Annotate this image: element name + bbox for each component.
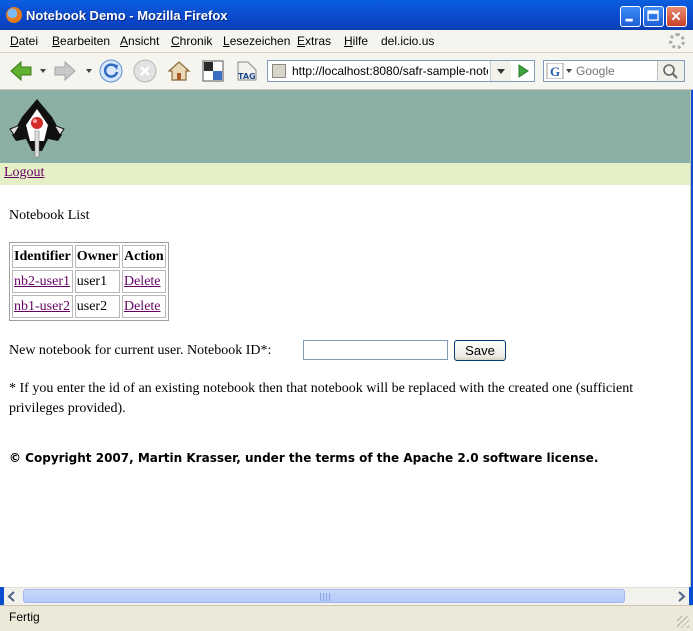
- status-text: Fertig: [9, 610, 40, 624]
- menu-lesezeichen[interactable]: Lesezeichen: [223, 34, 290, 48]
- owner-cell: user2: [74, 295, 120, 318]
- search-icon: [663, 64, 678, 79]
- svg-text:G: G: [550, 64, 560, 79]
- close-icon: [671, 11, 681, 21]
- minimize-button[interactable]: [620, 6, 641, 27]
- scroll-right-icon: [678, 591, 686, 602]
- throbber-icon: [669, 33, 685, 49]
- table-row: nb1-user2 user2 Delete: [12, 295, 166, 318]
- resize-grip[interactable]: [677, 616, 689, 628]
- new-notebook-label: New notebook for current user. Notebook …: [9, 343, 272, 358]
- page-content: Logout Notebook List Identifier Owner Ac…: [0, 90, 691, 587]
- save-button[interactable]: Save: [454, 340, 506, 361]
- copyright-notice: © Copyright 2007, Martin Krasser, under …: [9, 451, 599, 465]
- url-bar[interactable]: http://localhost:8080/safr-sample-notebo…: [267, 60, 535, 82]
- forward-dropdown-icon[interactable]: [86, 69, 92, 73]
- scroll-right-button[interactable]: [672, 588, 689, 605]
- menu-bar: Datei Bearbeiten Ansicht Chronik Lesezei…: [0, 30, 693, 53]
- stop-icon[interactable]: [132, 58, 158, 84]
- search-bar[interactable]: G: [543, 60, 685, 82]
- tag-icon[interactable]: TAG: [234, 58, 260, 84]
- menu-chronik[interactable]: Chronik: [171, 34, 212, 48]
- menu-extras[interactable]: Extras: [297, 34, 331, 48]
- scroll-left-icon: [7, 591, 15, 602]
- scroll-left-button[interactable]: [4, 588, 21, 605]
- window-title: Notebook Demo - Mozilla Firefox: [26, 8, 228, 23]
- maximize-button[interactable]: [643, 6, 664, 27]
- favicon-icon: [272, 64, 286, 78]
- minimize-icon: [625, 18, 633, 22]
- column-header-action: Action: [121, 245, 166, 268]
- menu-ansicht[interactable]: Ansicht: [120, 34, 159, 48]
- scroll-grip: [320, 593, 330, 601]
- back-icon[interactable]: [8, 58, 34, 84]
- notebook-id-input[interactable]: [303, 340, 448, 360]
- bookmark-icon[interactable]: [200, 58, 226, 84]
- delete-link[interactable]: Delete: [124, 299, 161, 314]
- firefox-icon: [6, 7, 22, 23]
- delete-link[interactable]: Delete: [124, 274, 161, 289]
- notebook-link[interactable]: nb1-user2: [14, 299, 70, 314]
- action-cell: Delete: [121, 270, 166, 293]
- page-header: [0, 90, 690, 163]
- scroll-thumb[interactable]: [23, 589, 625, 603]
- owner-cell: user1: [74, 270, 120, 293]
- duke-mascot-logo: [9, 99, 65, 158]
- menu-delicious[interactable]: del.icio.us: [381, 34, 434, 48]
- maximize-icon: [647, 10, 659, 21]
- replace-note: * If you enter the id of an existing not…: [9, 381, 634, 416]
- horizontal-scrollbar[interactable]: [4, 587, 689, 605]
- svg-text:TAG: TAG: [238, 72, 256, 81]
- menu-datei[interactable]: Datei: [10, 34, 38, 48]
- notebook-table: Identifier Owner Action nb2-user1 user1 …: [9, 242, 169, 321]
- google-engine-icon[interactable]: G: [546, 63, 574, 79]
- identifier-cell: nb2-user1: [12, 270, 73, 293]
- close-button[interactable]: [666, 6, 687, 27]
- go-icon: [518, 64, 529, 78]
- reload-icon[interactable]: [98, 58, 124, 84]
- menu-bearbeiten[interactable]: Bearbeiten: [52, 34, 110, 48]
- notebook-list-title: Notebook List: [9, 208, 90, 223]
- title-bar[interactable]: Notebook Demo - Mozilla Firefox: [0, 0, 693, 30]
- go-button[interactable]: [512, 61, 534, 81]
- search-input[interactable]: [576, 63, 656, 79]
- url-history-dropdown[interactable]: [490, 61, 511, 81]
- forward-icon[interactable]: [52, 58, 78, 84]
- status-bar: Fertig: [0, 605, 693, 631]
- chevron-down-icon: [497, 69, 505, 74]
- home-icon[interactable]: [166, 58, 192, 84]
- url-text[interactable]: http://localhost:8080/safr-sample-notebo…: [292, 64, 488, 78]
- action-cell: Delete: [121, 295, 166, 318]
- menu-hilfe[interactable]: Hilfe: [344, 34, 368, 48]
- logout-link[interactable]: Logout: [4, 165, 44, 181]
- navigation-toolbar: TAG http://localhost:8080/safr-sample-no…: [0, 53, 693, 90]
- search-button[interactable]: [657, 61, 684, 81]
- table-row: nb2-user1 user1 Delete: [12, 270, 166, 293]
- table-header-row: Identifier Owner Action: [12, 245, 166, 268]
- logout-bar: Logout: [0, 163, 690, 185]
- back-dropdown-icon[interactable]: [40, 69, 46, 73]
- identifier-cell: nb1-user2: [12, 295, 73, 318]
- column-header-owner: Owner: [74, 245, 120, 268]
- column-header-identifier: Identifier: [12, 245, 73, 268]
- notebook-link[interactable]: nb2-user1: [14, 274, 70, 289]
